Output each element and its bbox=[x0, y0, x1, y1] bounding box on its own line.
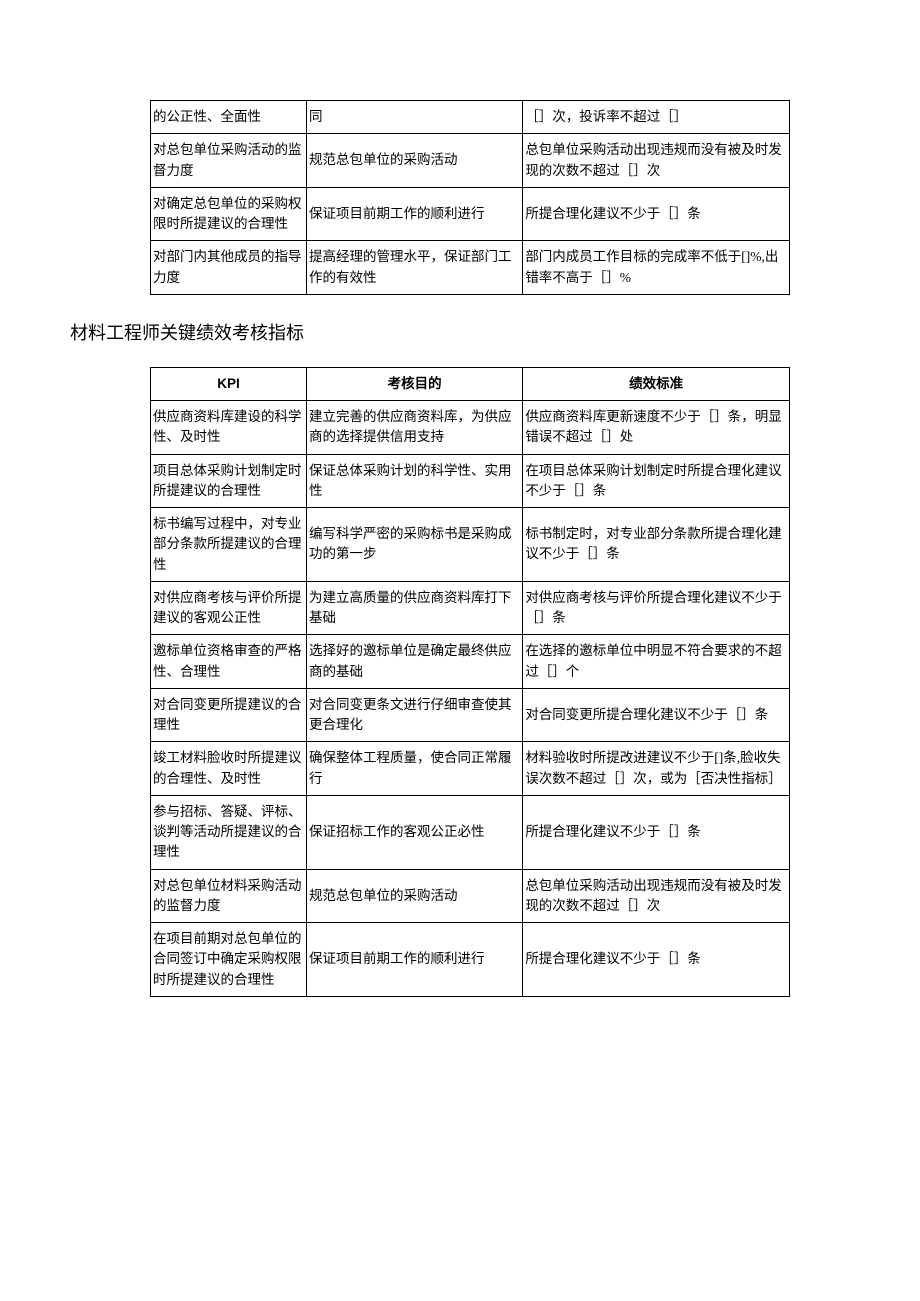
cell-purpose: 确保整体工程质量，使合同正常履行 bbox=[306, 742, 522, 796]
section-title: 材料工程师关键绩效考核指标 bbox=[70, 320, 850, 347]
table-row: 对部门内其他成员的指导力度 提高经理的管理水平，保证部门工作的有效性 部门内成员… bbox=[151, 241, 790, 295]
header-purpose: 考核目的 bbox=[306, 367, 522, 400]
cell-purpose: 规范总包单位的采购活动 bbox=[306, 869, 522, 923]
cell-standard: 标书制定时，对专业部分条款所提合理化建议不少于［］条 bbox=[523, 508, 790, 582]
cell-standard: 所提合理化建议不少于［］条 bbox=[523, 795, 790, 869]
cell-purpose: 规范总包单位的采购活动 bbox=[306, 134, 522, 188]
cell-purpose: 保证项目前期工作的顺利进行 bbox=[306, 923, 522, 997]
table-row: 对合同变更所提建议的合理性 对合同变更条文进行仔细审查使其更合理化 对合同变更所… bbox=[151, 688, 790, 742]
table-row: 项目总体采购计划制定时所提建议的合理性 保证总体采购计划的科学性、实用性 在项目… bbox=[151, 454, 790, 508]
header-standard: 绩效标准 bbox=[523, 367, 790, 400]
cell-purpose: 保证项目前期工作的顺利进行 bbox=[306, 187, 522, 241]
cell-purpose: 建立完善的供应商资料库，为供应商的选择提供信用支持 bbox=[306, 401, 522, 455]
cell-standard: 对合同变更所提合理化建议不少于［］条 bbox=[523, 688, 790, 742]
cell-kpi: 在项目前期对总包单位的合同签订中确定采购权限时所提建议的合理性 bbox=[151, 923, 307, 997]
header-kpi: KPI bbox=[151, 367, 307, 400]
cell-standard: 总包单位采购活动出现违规而没有被及时发现的次数不超过［］次 bbox=[523, 134, 790, 188]
cell-kpi: 对供应商考核与评价所提建议的客观公正性 bbox=[151, 581, 307, 635]
cell-kpi: 竣工材料脸收时所提建议的合理性、及时性 bbox=[151, 742, 307, 796]
cell-purpose: 对合同变更条文进行仔细审查使其更合理化 bbox=[306, 688, 522, 742]
kpi-table-2: KPI 考核目的 绩效标准 供应商资料库建设的科学性、及时性 建立完善的供应商资… bbox=[150, 367, 790, 997]
cell-standard: 材料验收时所提改进建议不少于[]条,脸收失误次数不超过［］次，或为［否决性指标］ bbox=[523, 742, 790, 796]
cell-kpi: 对总包单位采购活动的监督力度 bbox=[151, 134, 307, 188]
cell-kpi: 参与招标、答疑、评标、谈判等活动所提建议的合理性 bbox=[151, 795, 307, 869]
kpi-table-1: 的公正性、全面性 同 ［］次，投诉率不超过［］ 对总包单位采购活动的监督力度 规… bbox=[150, 100, 790, 295]
table-header-row: KPI 考核目的 绩效标准 bbox=[151, 367, 790, 400]
cell-standard: ［］次，投诉率不超过［］ bbox=[523, 101, 790, 134]
table-row: 竣工材料脸收时所提建议的合理性、及时性 确保整体工程质量，使合同正常履行 材料验… bbox=[151, 742, 790, 796]
cell-standard: 所提合理化建议不少于［］条 bbox=[523, 187, 790, 241]
table-row: 邀标单位资格审查的严格性、合理性 选择好的邀标单位是确定最终供应商的基础 在选择… bbox=[151, 635, 790, 689]
cell-standard: 总包单位采购活动出现违规而没有被及时发现的次数不超过［］次 bbox=[523, 869, 790, 923]
cell-standard: 部门内成员工作目标的完成率不低于[]%,出错率不高于［］% bbox=[523, 241, 790, 295]
cell-purpose: 保证总体采购计划的科学性、实用性 bbox=[306, 454, 522, 508]
cell-purpose: 提高经理的管理水平，保证部门工作的有效性 bbox=[306, 241, 522, 295]
cell-kpi: 供应商资料库建设的科学性、及时性 bbox=[151, 401, 307, 455]
cell-standard: 所提合理化建议不少于［］条 bbox=[523, 923, 790, 997]
cell-purpose: 保证招标工作的客观公正必性 bbox=[306, 795, 522, 869]
cell-purpose: 同 bbox=[306, 101, 522, 134]
cell-purpose: 选择好的邀标单位是确定最终供应商的基础 bbox=[306, 635, 522, 689]
cell-standard: 供应商资料库更新速度不少于［］条，明显错误不超过［］处 bbox=[523, 401, 790, 455]
cell-kpi: 对总包单位材料采购活动的监督力度 bbox=[151, 869, 307, 923]
cell-purpose: 为建立高质量的供应商资料库打下基础 bbox=[306, 581, 522, 635]
table-row: 标书编写过程中，对专业部分条款所提建议的合理性 编写科学严密的采购标书是采购成功… bbox=[151, 508, 790, 582]
cell-purpose: 编写科学严密的采购标书是采购成功的第一步 bbox=[306, 508, 522, 582]
table-row: 对确定总包单位的采购权限时所提建议的合理性 保证项目前期工作的顺利进行 所提合理… bbox=[151, 187, 790, 241]
table-row: 在项目前期对总包单位的合同签订中确定采购权限时所提建议的合理性 保证项目前期工作… bbox=[151, 923, 790, 997]
cell-kpi: 邀标单位资格审查的严格性、合理性 bbox=[151, 635, 307, 689]
table-row: 对总包单位材料采购活动的监督力度 规范总包单位的采购活动 总包单位采购活动出现违… bbox=[151, 869, 790, 923]
cell-standard: 对供应商考核与评价所提合理化建议不少于［］条 bbox=[523, 581, 790, 635]
table-row: 对供应商考核与评价所提建议的客观公正性 为建立高质量的供应商资料库打下基础 对供… bbox=[151, 581, 790, 635]
cell-kpi: 的公正性、全面性 bbox=[151, 101, 307, 134]
table-row: 参与招标、答疑、评标、谈判等活动所提建议的合理性 保证招标工作的客观公正必性 所… bbox=[151, 795, 790, 869]
cell-standard: 在选择的邀标单位中明显不符合要求的不超过［］个 bbox=[523, 635, 790, 689]
table-row: 对总包单位采购活动的监督力度 规范总包单位的采购活动 总包单位采购活动出现违规而… bbox=[151, 134, 790, 188]
cell-kpi: 项目总体采购计划制定时所提建议的合理性 bbox=[151, 454, 307, 508]
cell-kpi: 对合同变更所提建议的合理性 bbox=[151, 688, 307, 742]
cell-standard: 在项目总体采购计划制定时所提合理化建议不少于［］条 bbox=[523, 454, 790, 508]
table-row: 供应商资料库建设的科学性、及时性 建立完善的供应商资料库，为供应商的选择提供信用… bbox=[151, 401, 790, 455]
cell-kpi: 对部门内其他成员的指导力度 bbox=[151, 241, 307, 295]
cell-kpi: 对确定总包单位的采购权限时所提建议的合理性 bbox=[151, 187, 307, 241]
cell-kpi: 标书编写过程中，对专业部分条款所提建议的合理性 bbox=[151, 508, 307, 582]
table-row: 的公正性、全面性 同 ［］次，投诉率不超过［］ bbox=[151, 101, 790, 134]
